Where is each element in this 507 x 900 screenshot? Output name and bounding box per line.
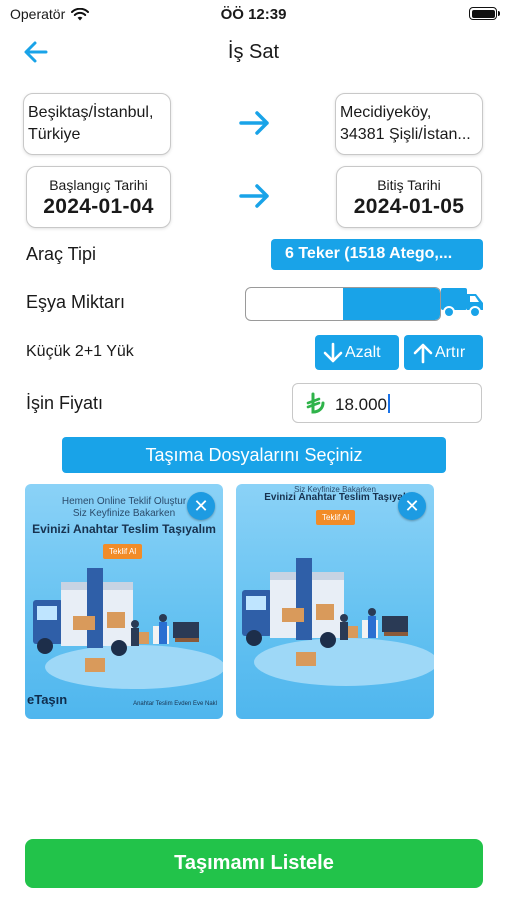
start-date-value: 2024-01-04 bbox=[43, 195, 154, 218]
text-caret bbox=[388, 394, 390, 413]
ad-brand-logo: eTaşın bbox=[27, 692, 68, 707]
arrow-down-icon bbox=[323, 342, 343, 362]
end-date-label: Bitiş Tarihi bbox=[377, 177, 441, 193]
close-icon[interactable]: ✕ bbox=[398, 492, 426, 520]
end-date-value: 2024-01-05 bbox=[353, 195, 465, 218]
decrease-label: Azalt bbox=[345, 343, 381, 361]
status-bar: Operatör ÖÖ 12:39 bbox=[0, 0, 507, 28]
increase-button[interactable]: Artır bbox=[404, 335, 483, 370]
load-size-label: Küçük 2+1 Yük bbox=[26, 343, 134, 360]
list-transport-button[interactable]: Taşımamı Listele bbox=[25, 839, 483, 888]
vehicle-type-label: Araç Tipi bbox=[26, 244, 97, 264]
arrow-up-icon bbox=[413, 343, 433, 363]
ad-title: Evinizi Anahtar Teslim Taşıyalım bbox=[32, 522, 216, 536]
file-thumbnail[interactable]: Siz Keyfinize Bakarken Evinizi Anahtar T… bbox=[236, 484, 434, 719]
quantity-label: Eşya Miktarı bbox=[26, 292, 126, 312]
origin-location-field[interactable]: Beşiktaş/İstanbul, Türkiye bbox=[23, 93, 171, 155]
arrow-right-icon bbox=[239, 184, 269, 208]
vehicle-type-select[interactable]: 6 Teker (1518 Atego,... bbox=[271, 239, 483, 270]
quantity-slider[interactable] bbox=[245, 287, 441, 321]
file-thumbnail[interactable]: Hemen Online Teklif Oluştur Siz Keyfiniz… bbox=[25, 484, 223, 719]
ad-cta: Teklif Al bbox=[103, 544, 143, 559]
price-label: İşin Fiyatı bbox=[26, 393, 104, 413]
truck-icon bbox=[441, 288, 483, 318]
close-icon[interactable]: ✕ bbox=[187, 492, 215, 520]
start-date-label: Başlangıç Tarihi bbox=[49, 177, 148, 193]
quantity-slider-fill bbox=[343, 288, 440, 320]
moving-truck-illustration bbox=[33, 568, 223, 689]
moving-truck-illustration bbox=[242, 558, 434, 686]
destination-line-2: 34381 Şişli/İstan... bbox=[340, 126, 471, 143]
battery-icon bbox=[469, 7, 500, 20]
lira-icon bbox=[306, 392, 325, 414]
ad-cta: Teklif Al bbox=[316, 510, 356, 525]
price-value: 18.000 bbox=[335, 395, 387, 414]
destination-location-field[interactable]: Mecidiyeköy, 34381 Şişli/İstan... bbox=[335, 93, 483, 155]
end-date-field[interactable]: Bitiş Tarihi 2024-01-05 bbox=[336, 166, 482, 228]
origin-line-2: Türkiye bbox=[28, 126, 81, 143]
price-input[interactable]: 18.000 bbox=[292, 383, 482, 423]
select-files-button[interactable]: Taşıma Dosyalarını Seçiniz bbox=[62, 437, 446, 473]
origin-line-1: Beşiktaş/İstanbul, bbox=[28, 104, 154, 121]
ad-footer: Anahtar Teslim Evden Eve Nakl bbox=[133, 701, 217, 707]
decrease-button[interactable]: Azalt bbox=[315, 335, 399, 370]
increase-label: Artır bbox=[435, 343, 466, 361]
nav-bar: İş Sat bbox=[0, 30, 507, 74]
page-title: İş Sat bbox=[227, 41, 280, 63]
start-date-field[interactable]: Başlangıç Tarihi 2024-01-04 bbox=[26, 166, 171, 228]
destination-line-1: Mecidiyeköy, bbox=[340, 104, 432, 121]
clock: ÖÖ 12:39 bbox=[220, 6, 287, 23]
arrow-right-icon bbox=[239, 111, 269, 135]
